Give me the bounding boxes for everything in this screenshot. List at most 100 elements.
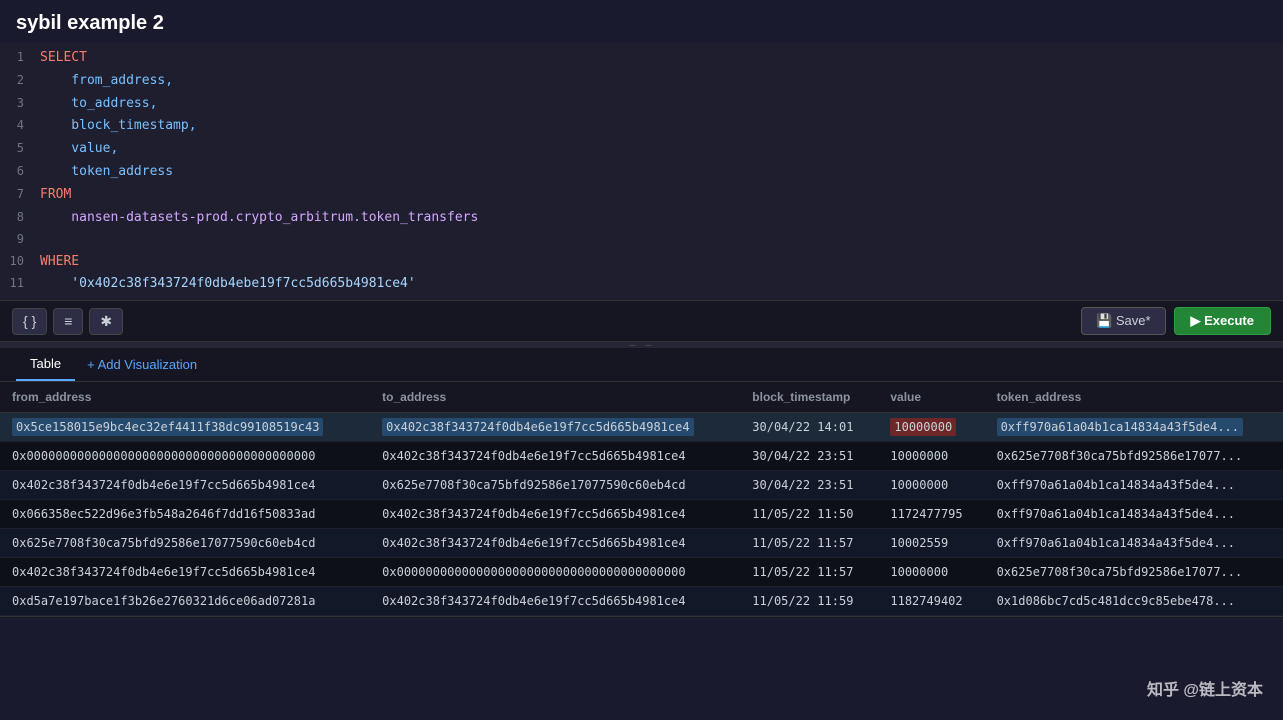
cell-value: 10000000 — [878, 471, 984, 500]
table-row: 0x402c38f343724f0db4e6e19f7cc5d665b4981c… — [0, 558, 1283, 587]
results-table: from_address to_address block_timestamp … — [0, 382, 1283, 616]
table-format-button[interactable]: ≡ — [53, 308, 83, 335]
cell-token_address: 0x1d086bc7cd5c481dcc9c85ebe478... — [985, 587, 1283, 616]
tab-table[interactable]: Table — [16, 348, 75, 381]
cell-block_timestamp: 11/05/22 11:57 — [740, 529, 878, 558]
cell-value: 10000000 — [878, 442, 984, 471]
line-number: 6 — [0, 162, 40, 181]
cell-token_address: 0xff970a61a04b1ca14834a43f5de4... — [985, 500, 1283, 529]
line-number: 7 — [0, 185, 40, 204]
line-number: 2 — [0, 71, 40, 90]
toolbar: { } ≡ ✱ 💾 Save* Execute — [0, 301, 1283, 342]
code-line: 9 — [0, 229, 1283, 250]
col-to-address: to_address — [370, 382, 740, 413]
code-content: '0x402c38f343724f0db4ebe19f7cc5d665b4981… — [40, 274, 416, 295]
cell-value: 10000000 — [878, 558, 984, 587]
cell-token_address: 0xff970a61a04b1ca14834a43f5de4... — [985, 413, 1283, 442]
cell-token_address: 0x625e7708f30ca75bfd92586e17077... — [985, 558, 1283, 587]
horizontal-scrollbar[interactable] — [0, 616, 1283, 630]
table-row: 0x066358ec522d96e3fb548a2646f7dd16f50833… — [0, 500, 1283, 529]
code-content: token_address — [40, 162, 173, 183]
cell-from_address: 0x402c38f343724f0db4e6e19f7cc5d665b4981c… — [0, 558, 370, 587]
table-row: 0x5ce158015e9bc4ec32ef4411f38dc99108519c… — [0, 413, 1283, 442]
results-panel: Table + Add Visualization from_address t… — [0, 348, 1283, 616]
code-line: 5 value, — [0, 138, 1283, 161]
line-number: 1 — [0, 48, 40, 67]
col-value: value — [878, 382, 984, 413]
col-from-address: from_address — [0, 382, 370, 413]
line-number: 4 — [0, 116, 40, 135]
table-row: 0xd5a7e197bace1f3b26e2760321d6ce06ad0728… — [0, 587, 1283, 616]
code-line: 3 to_address, — [0, 93, 1283, 116]
toolbar-right: 💾 Save* Execute — [1081, 307, 1271, 335]
code-line: 4 block_timestamp, — [0, 115, 1283, 138]
code-content: from_address, — [40, 71, 173, 92]
page-title: sybil example 2 — [0, 0, 1283, 43]
cell-from_address: 0xd5a7e197bace1f3b26e2760321d6ce06ad0728… — [0, 587, 370, 616]
code-content: to_address, — [40, 94, 157, 115]
table-header: from_address to_address block_timestamp … — [0, 382, 1283, 413]
cell-from_address: 0x00000000000000000000000000000000000000… — [0, 442, 370, 471]
star-button[interactable]: ✱ — [89, 308, 123, 335]
toolbar-left: { } ≡ ✱ — [12, 308, 123, 335]
cell-value: 1172477795 — [878, 500, 984, 529]
cell-value: 1182749402 — [878, 587, 984, 616]
line-number: 3 — [0, 94, 40, 113]
code-line: 6 token_address — [0, 161, 1283, 184]
line-number: 11 — [0, 274, 40, 293]
col-block-timestamp: block_timestamp — [740, 382, 878, 413]
add-visualization-button[interactable]: + Add Visualization — [75, 349, 209, 380]
resize-dots-icon: — — — [629, 340, 653, 351]
code-line: 1SELECT — [0, 47, 1283, 70]
cell-block_timestamp: 30/04/22 23:51 — [740, 471, 878, 500]
cell-to_address: 0x402c38f343724f0db4e6e19f7cc5d665b4981c… — [370, 442, 740, 471]
cell-block_timestamp: 30/04/22 14:01 — [740, 413, 878, 442]
cell-block_timestamp: 11/05/22 11:59 — [740, 587, 878, 616]
table-body: 0x5ce158015e9bc4ec32ef4411f38dc99108519c… — [0, 413, 1283, 616]
cell-token_address: 0xff970a61a04b1ca14834a43f5de4... — [985, 471, 1283, 500]
cell-block_timestamp: 11/05/22 11:57 — [740, 558, 878, 587]
line-number: 8 — [0, 208, 40, 227]
cell-to_address: 0x402c38f343724f0db4e6e19f7cc5d665b4981c… — [370, 413, 740, 442]
watermark: 知乎 @链上资本 — [1147, 676, 1263, 700]
cell-from_address: 0x402c38f343724f0db4e6e19f7cc5d665b4981c… — [0, 471, 370, 500]
code-content: block_timestamp, — [40, 116, 197, 137]
col-token-address: token_address — [985, 382, 1283, 413]
code-content: value, — [40, 139, 118, 160]
cell-value: 10002559 — [878, 529, 984, 558]
cell-token_address: 0xff970a61a04b1ca14834a43f5de4... — [985, 529, 1283, 558]
code-content: WHERE — [40, 252, 79, 273]
cell-from_address: 0x625e7708f30ca75bfd92586e17077590c60eb4… — [0, 529, 370, 558]
code-editor[interactable]: 1SELECT2 from_address,3 to_address,4 blo… — [0, 43, 1283, 301]
cell-to_address: 0x00000000000000000000000000000000000000… — [370, 558, 740, 587]
cell-block_timestamp: 11/05/22 11:50 — [740, 500, 878, 529]
code-line: 11 '0x402c38f343724f0db4ebe19f7cc5d665b4… — [0, 273, 1283, 296]
cell-block_timestamp: 30/04/22 23:51 — [740, 442, 878, 471]
execute-button[interactable]: Execute — [1174, 307, 1271, 335]
tabs-bar: Table + Add Visualization — [0, 348, 1283, 382]
table-row: 0x00000000000000000000000000000000000000… — [0, 442, 1283, 471]
data-table-container[interactable]: from_address to_address block_timestamp … — [0, 382, 1283, 616]
code-line: 2 from_address, — [0, 70, 1283, 93]
cell-to_address: 0x402c38f343724f0db4e6e19f7cc5d665b4981c… — [370, 587, 740, 616]
cell-to_address: 0x402c38f343724f0db4e6e19f7cc5d665b4981c… — [370, 500, 740, 529]
table-row: 0x402c38f343724f0db4e6e19f7cc5d665b4981c… — [0, 471, 1283, 500]
code-line: 10WHERE — [0, 251, 1283, 274]
cell-to_address: 0x402c38f343724f0db4e6e19f7cc5d665b4981c… — [370, 529, 740, 558]
line-number: 9 — [0, 230, 40, 249]
json-format-button[interactable]: { } — [12, 308, 47, 335]
code-content: FROM — [40, 185, 71, 206]
cell-token_address: 0x625e7708f30ca75bfd92586e17077... — [985, 442, 1283, 471]
code-line: 8 nansen-datasets-prod.crypto_arbitrum.t… — [0, 207, 1283, 230]
table-row: 0x625e7708f30ca75bfd92586e17077590c60eb4… — [0, 529, 1283, 558]
cell-from_address: 0x5ce158015e9bc4ec32ef4411f38dc99108519c… — [0, 413, 370, 442]
line-number: 10 — [0, 252, 40, 271]
code-line: 7FROM — [0, 184, 1283, 207]
line-number: 5 — [0, 139, 40, 158]
cell-to_address: 0x625e7708f30ca75bfd92586e17077590c60eb4… — [370, 471, 740, 500]
save-button[interactable]: 💾 Save* — [1081, 307, 1166, 335]
code-content: nansen-datasets-prod.crypto_arbitrum.tok… — [40, 208, 478, 229]
cell-value: 10000000 — [878, 413, 984, 442]
cell-from_address: 0x066358ec522d96e3fb548a2646f7dd16f50833… — [0, 500, 370, 529]
code-content: SELECT — [40, 48, 87, 69]
